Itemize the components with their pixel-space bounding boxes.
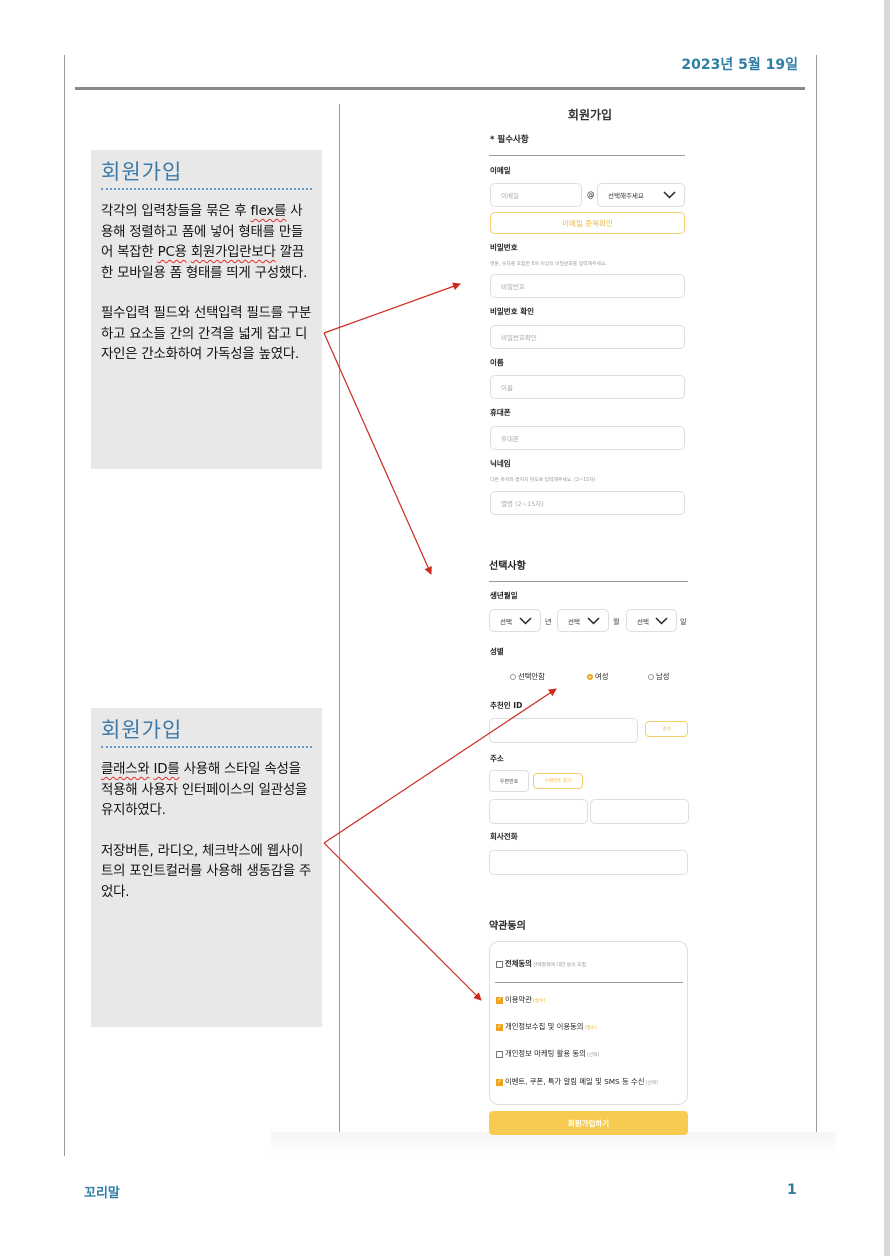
year-unit: 년 (545, 618, 552, 626)
form-title: 회원가입 (567, 108, 613, 122)
note-paragraph: 각각의 입력창들을 묶은 후 flex를 사용해 정렬하고 폼에 넣어 형태를 … (101, 204, 308, 281)
radio-button[interactable] (648, 674, 654, 680)
address-label: 주소 (490, 754, 504, 763)
note-title: 회원가입 (101, 160, 183, 184)
note-title: 회원가입 (101, 718, 183, 742)
gender-radio-female[interactable]: 여성 (587, 672, 608, 682)
terms-all-checkbox[interactable]: 전체동의 선택항목에 대한 동의 포함 (496, 959, 586, 969)
checkbox[interactable] (496, 960, 503, 968)
referrer-input[interactable] (489, 718, 638, 743)
name-input[interactable]: 이름 (490, 375, 685, 399)
arrow-line (323, 332, 432, 575)
zipcode-field[interactable]: 우편번호 (489, 770, 529, 792)
email-at-sign: @ (587, 190, 595, 199)
email-label: 이메일 (490, 166, 511, 175)
footer-text: 꼬리말 (84, 1186, 120, 1201)
left-margin-line (64, 55, 65, 1156)
required-section-label: * 필수사항 (490, 135, 529, 145)
chevron-down-icon (655, 616, 668, 625)
checkbox-checked[interactable]: ✓ (496, 996, 503, 1004)
checkbox[interactable] (496, 1050, 503, 1058)
password-label: 비밀번호 (490, 243, 518, 252)
phone-input[interactable]: 휴대폰 (490, 426, 685, 450)
password-confirm-label: 비밀번호 확인 (490, 307, 535, 316)
gender-radio-male[interactable]: 남성 (648, 672, 669, 682)
chevron-down-icon (663, 191, 676, 199)
gender-label: 성별 (490, 647, 504, 656)
birth-month-select[interactable]: 선택 (557, 609, 609, 632)
gender-radio-none[interactable]: 선택안함 (510, 672, 545, 682)
note-paragraph: 저장버튼, 라디오, 체크박스에 웹사이트의 포인트컬러를 사용해 생동감을 주… (101, 843, 312, 900)
header-rule (75, 87, 805, 90)
password-confirm-input[interactable]: 비밀번호확인 (490, 325, 685, 349)
page-scrollbar[interactable] (884, 0, 890, 1256)
email-duplicate-check-button[interactable]: 이메일 중복확인 (490, 212, 685, 234)
terms-item-checkbox[interactable]: ✓ 이벤트, 쿠폰, 특가 알림 메일 및 SMS 등 수신 (선택) (496, 1077, 658, 1087)
arrow-line (323, 842, 482, 1001)
address-input-2[interactable] (590, 799, 689, 824)
referrer-label: 추천인 ID (490, 701, 523, 710)
dotted-divider (101, 746, 312, 748)
terms-divider (495, 982, 683, 983)
email-domain-select[interactable]: 선택해주세요 (597, 183, 685, 207)
page-number: 1 (787, 1182, 797, 1198)
month-unit: 월 (613, 618, 620, 626)
optional-section-label: 선택사항 (489, 561, 526, 572)
radio-button[interactable] (510, 674, 516, 680)
name-label: 이름 (490, 358, 504, 367)
note-box-2: 회원가입 클래스와 ID를 사용해 스타일 속성을 적용해 사용자 인터페이스의… (91, 708, 322, 1027)
arrow-line (323, 282, 461, 334)
required-section-rule (489, 155, 685, 156)
company-phone-input[interactable] (489, 850, 688, 875)
page-date: 2023년 5월 19일 (681, 57, 798, 73)
phone-label: 휴대폰 (490, 408, 511, 417)
checkbox-checked[interactable]: ✓ (496, 1078, 503, 1086)
note-paragraph: 클래스와 ID를 사용해 스타일 속성을 적용해 사용자 인터페이스의 일관성을… (101, 762, 308, 818)
zipcode-search-button[interactable]: 우편번호 찾기 (533, 773, 583, 789)
dotted-divider (101, 188, 312, 190)
nickname-hint: 다른 유저와 겹치지 않도록 입력해주세요. (2~15자) (490, 478, 596, 483)
screenshot-bottom-edge (271, 1132, 836, 1158)
nickname-input[interactable]: 별명 (2~15자) (490, 491, 685, 515)
radio-button-selected[interactable] (587, 674, 593, 680)
email-input[interactable]: 이메일 (490, 183, 582, 207)
column-divider (339, 104, 340, 1156)
optional-section-rule (489, 581, 688, 582)
birth-year-select[interactable]: 선택 (489, 609, 541, 632)
checkbox-checked[interactable]: ✓ (496, 1023, 503, 1031)
password-hint: 영문, 숫자를 포함한 8자 이상의 비밀번호를 입력해주세요. (490, 262, 607, 267)
referrer-search-button[interactable]: 검색 (645, 721, 688, 737)
chevron-down-icon (587, 616, 600, 625)
note-paragraph: 필수입력 필드와 선택입력 필드를 구분하고 요소들 간의 간격을 넓게 잡고 … (101, 306, 312, 362)
day-unit: 일 (680, 618, 687, 626)
nickname-label: 닉네임 (490, 459, 511, 468)
company-phone-label: 회사전화 (490, 832, 518, 841)
terms-item-checkbox[interactable]: ✓ 개인정보수집 및 이용동의 (필수) (496, 1022, 597, 1032)
signup-submit-button[interactable]: 회원가입하기 (489, 1111, 688, 1135)
terms-item-checkbox[interactable]: 개인정보 마케팅 활용 동의 (선택) (496, 1049, 599, 1059)
password-input[interactable]: 비밀번호 (490, 274, 685, 298)
birth-label: 생년월일 (490, 591, 518, 600)
right-margin-line (816, 55, 817, 1156)
address-input-1[interactable] (489, 799, 588, 824)
terms-section-label: 약관동의 (489, 921, 526, 932)
terms-item-checkbox[interactable]: ✓ 이용약관 (필수) (496, 995, 545, 1005)
birth-day-select[interactable]: 선택 (626, 609, 677, 632)
chevron-down-icon (519, 616, 532, 625)
note-box-1: 회원가입 각각의 입력창들을 묶은 후 flex를 사용해 정렬하고 폼에 넣어… (91, 150, 322, 469)
